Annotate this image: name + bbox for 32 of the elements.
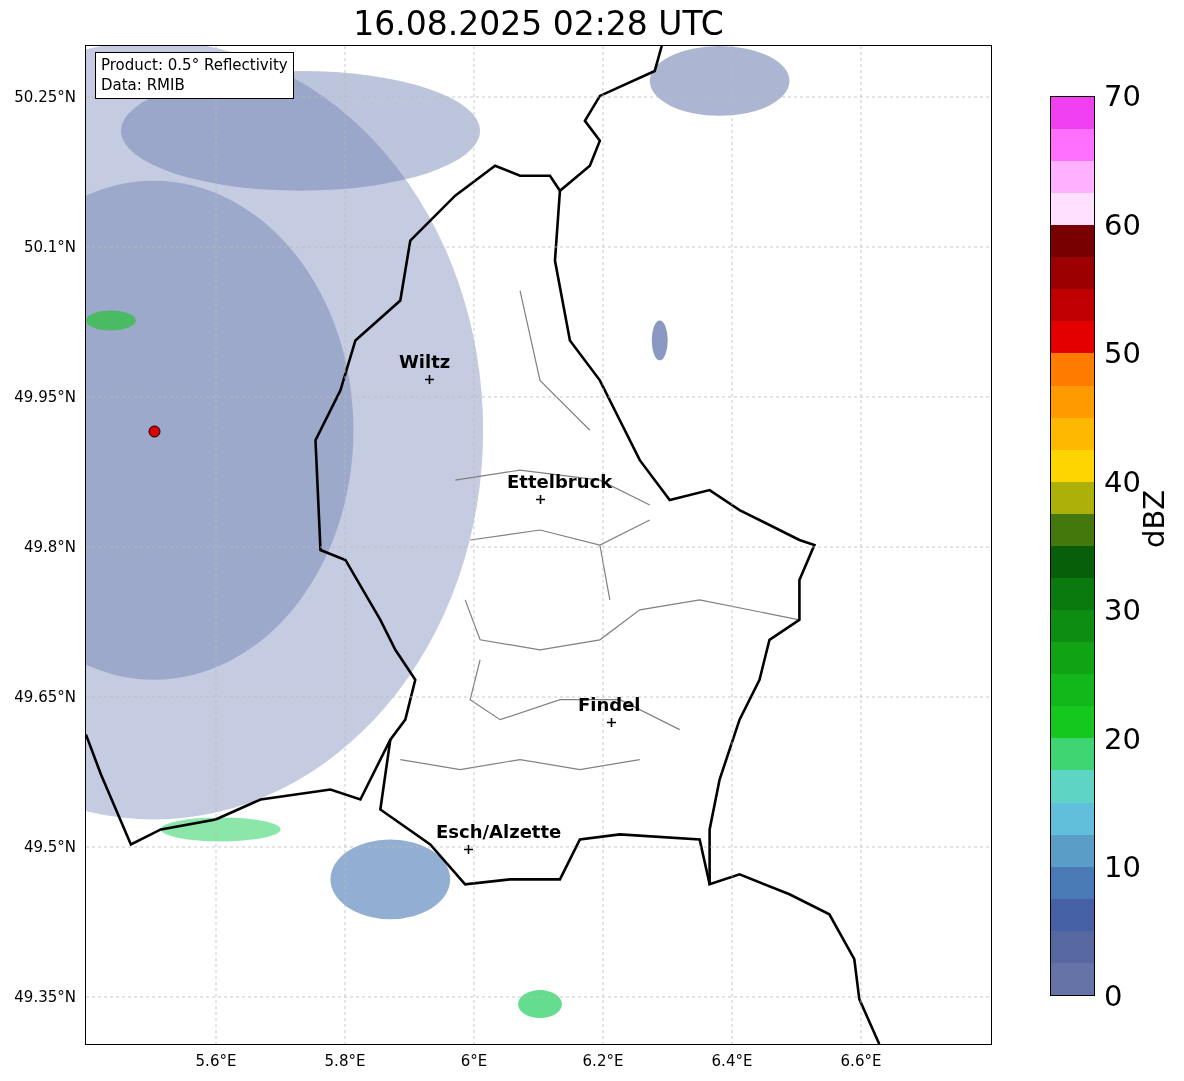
- plus-marker-icon: [464, 845, 473, 854]
- plus-marker-icon: [536, 495, 545, 504]
- colorbar-tick-label: 70: [1104, 79, 1141, 113]
- latitude-label: 49.5°N: [23, 838, 76, 856]
- info-text: Data: RMIB: [101, 75, 186, 95]
- colorbar-tick-label: 10: [1104, 850, 1141, 885]
- city-label: Wiltz: [399, 351, 451, 372]
- info-text: Product: 0.5° Reflectivity: [101, 55, 288, 75]
- longitude-label: 5.8°E: [324, 1052, 366, 1070]
- longitude-label: 6.2°E: [582, 1052, 624, 1070]
- latitude-label: 49.8°N: [23, 538, 76, 556]
- city-label: Findel: [578, 694, 641, 715]
- latitude-label: 50.1°N: [23, 238, 76, 256]
- longitude-label: 5.6°E: [195, 1052, 237, 1070]
- chart-title: 16.08.2025 02:28 UTC: [352, 4, 725, 43]
- colorbar-tick-label: 50: [1104, 336, 1141, 371]
- latitude-label: 49.95°N: [14, 388, 76, 406]
- longitude-label: 6.6°E: [840, 1052, 882, 1070]
- colorbar-tick-label: 0: [1104, 979, 1123, 1013]
- plus-marker-icon: [425, 375, 434, 384]
- radar-site-icon: [148, 425, 161, 438]
- colorbar-tick-label: 30: [1104, 593, 1141, 628]
- city-label: Ettelbruck: [507, 471, 613, 492]
- plus-marker-icon: [607, 718, 616, 727]
- colorbar-tick-label: 60: [1104, 207, 1141, 242]
- longitude-label: 6.4°E: [711, 1052, 753, 1070]
- latitude-label: 50.25°N: [14, 88, 76, 106]
- longitude-label: 6°E: [460, 1052, 488, 1070]
- colorbar-tick-label: 20: [1104, 721, 1141, 756]
- latitude-label: 49.35°N: [14, 988, 76, 1006]
- latitude-label: 49.65°N: [14, 688, 76, 706]
- city-label: Esch/Alzette: [436, 821, 562, 842]
